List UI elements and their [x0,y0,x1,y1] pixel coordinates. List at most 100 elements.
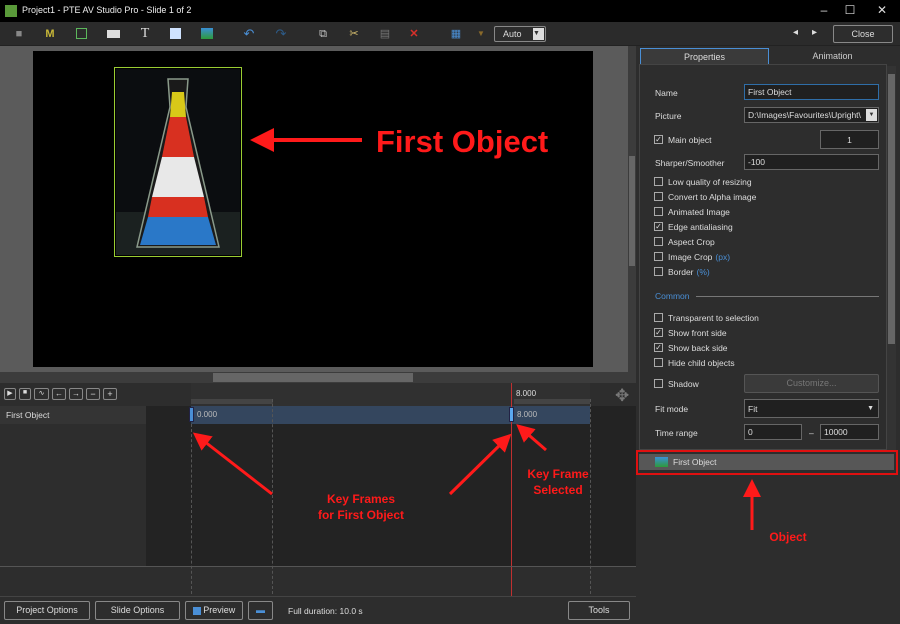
customize-button[interactable]: Customize... [744,374,879,393]
shadow-label: Shadow [668,379,699,389]
time-range-to[interactable]: 10000 [820,424,879,440]
close-window-button[interactable]: ✕ [872,3,892,17]
preview-button[interactable]: Preview [185,601,243,620]
tab-animation[interactable]: Animation [769,48,896,64]
checkbox-text: Hide child objects [668,358,735,368]
fit-mode-label: Fit mode [655,404,689,414]
tab-properties[interactable]: Properties [640,48,769,64]
checkbox[interactable] [654,252,663,261]
time-range-separator: – [809,428,814,438]
grid-dropdown-icon[interactable]: ▼ [472,25,490,43]
checkbox[interactable] [654,267,663,276]
checkbox-label: Animated Image [668,207,730,217]
panel-scrollbar[interactable] [887,66,896,450]
time-range-label: Time range [655,428,698,438]
project-options-button[interactable]: Project Options [4,601,90,620]
grid-icon[interactable]: ▦ [447,25,465,43]
sharper-input[interactable]: -100 [744,154,879,170]
button-icon[interactable] [105,25,123,43]
zoom-in-button[interactable]: + [103,388,117,400]
text-icon[interactable]: T [136,25,154,43]
keyframe-marker-selected[interactable] [509,407,514,422]
picture-label: Picture [655,111,682,121]
slide-options-button[interactable]: Slide Options [95,601,180,620]
prev-slide-button[interactable]: ◂ [793,27,798,38]
checkbox-unit: (px) [715,252,731,262]
checkbox-text: Show back side [668,343,728,353]
preview-label: Preview [203,605,236,615]
preview-vertical-scrollbar[interactable] [628,46,636,372]
prev-keyframe-button[interactable]: ← [52,388,66,400]
copy-icon[interactable]: ⧉ [314,25,332,43]
play-button[interactable]: ▶ [4,388,16,400]
checkbox[interactable] [654,313,663,322]
name-label: Name [655,88,678,98]
main-object-number[interactable]: 1 [820,130,879,149]
close-button[interactable]: Close [833,25,893,43]
checkbox[interactable] [654,358,663,367]
rectangle-icon[interactable] [167,25,185,43]
tools-button[interactable]: Tools [568,601,630,620]
common-section-label: Common [655,291,690,301]
object-highlight-box [636,450,898,475]
ruler-time: 8.000 [516,389,537,398]
checkbox-text: Image Crop [668,252,713,262]
paste-icon[interactable]: ▤ [376,25,394,43]
cut-icon[interactable]: ✂ [345,25,363,43]
checkbox[interactable] [654,237,663,246]
checkbox-text: Edge antialiasing [668,222,733,232]
checkbox-label: Show back side [668,343,728,353]
shadow-checkbox[interactable] [654,379,663,388]
checkbox[interactable] [654,177,663,186]
next-slide-button[interactable]: ▸ [812,27,817,38]
checkbox-text: Transparent to selection [668,313,759,323]
name-input[interactable]: First Object [744,84,879,100]
checkbox-text: Convert to Alpha image [668,192,757,202]
next-keyframe-button[interactable]: → [69,388,83,400]
checkbox-label: Edge antialiasing [668,222,733,232]
fullscreen-preview-button[interactable]: ▬ [248,601,273,620]
bottle-object-image[interactable] [114,67,242,257]
picture-select[interactable]: D:\Images\Favourites\Upright\ ▼ [744,107,879,123]
checkbox[interactable]: ✓ [654,222,663,231]
stop-button[interactable]: ■ [19,388,31,400]
frame-icon[interactable] [73,25,91,43]
image-icon[interactable] [198,25,216,43]
waveform-button[interactable]: ∿ [34,388,49,400]
keyframe-marker[interactable] [189,407,194,422]
bottom-bar: Project Options Slide Options Preview ▬ … [0,596,636,624]
camera-icon[interactable]: ■ [10,25,28,43]
keyframe-time: 0.000 [197,410,218,419]
properties-panel: Properties Animation Name First Object P… [636,46,900,624]
checkbox[interactable]: ✓ [654,343,663,352]
sharper-label: Sharper/Smoother [655,158,725,168]
zoom-select[interactable]: Auto ▼ [494,26,546,42]
time-range-from[interactable]: 0 [744,424,802,440]
checkbox-label: Hide child objects [668,358,735,368]
mask-icon[interactable]: M [41,25,59,43]
checkbox[interactable]: ✓ [654,328,663,337]
checkbox-label: Aspect Crop [668,237,715,247]
checkbox[interactable] [654,207,663,216]
checkbox-label: Transparent to selection [668,313,759,323]
move-icon[interactable]: ✥ [615,386,629,406]
preview-horizontal-scrollbar[interactable] [0,372,636,383]
checkbox-text: Low quality of resizing [668,177,752,187]
app-icon [5,5,17,17]
window-title: Project1 - PTE AV Studio Pro - Slide 1 o… [22,5,192,15]
main-object-label: Main object [668,135,712,145]
main-object-checkbox[interactable]: ✓ [654,135,663,144]
fit-mode-select[interactable]: Fit ▼ [744,399,879,418]
redo-icon[interactable]: ↷ [272,25,290,43]
minimize-button[interactable]: – [814,3,834,17]
checkbox-label: Low quality of resizing [668,177,752,187]
delete-icon[interactable]: ✕ [405,25,423,43]
checkbox[interactable] [654,192,663,201]
zoom-out-button[interactable]: − [86,388,100,400]
undo-icon[interactable]: ↶ [240,25,258,43]
full-duration: Full duration: 10.0 s [288,606,363,616]
timeline: ▶ ■ ∿ ← → − + 8.000 ✥ First Object 0.000… [0,383,636,596]
keyframe-time: 8.000 [517,410,538,419]
checkbox-label: Border (%) [668,267,710,277]
maximize-button[interactable]: ☐ [840,3,860,17]
